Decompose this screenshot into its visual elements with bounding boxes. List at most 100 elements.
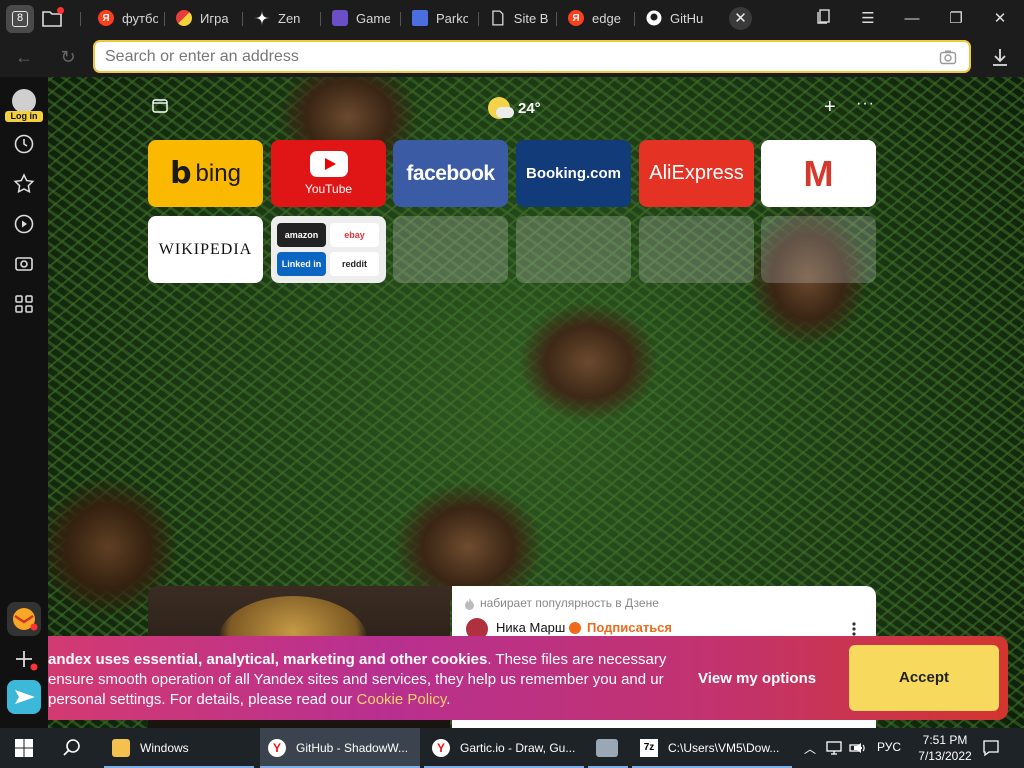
close-icon: ✕ (993, 10, 1007, 27)
network-app-icon (596, 739, 618, 757)
reload-button[interactable]: ↻ (56, 45, 80, 69)
tab-game-rus[interactable]: Игра (176, 7, 232, 29)
plus-icon: + (824, 96, 836, 118)
tab-separator (556, 12, 557, 26)
kebab-menu-icon[interactable] (852, 622, 856, 636)
input-language[interactable]: РУС (877, 740, 901, 754)
tab-github[interactable]: GitHu (646, 7, 704, 29)
taskbar-item-explorer[interactable]: Windows (104, 728, 254, 768)
address-input[interactable] (105, 47, 905, 67)
tab-edge[interactable]: Я edge (568, 7, 624, 29)
apps-grid-icon[interactable] (12, 292, 36, 316)
folder-icon (112, 739, 130, 757)
mail-app-button[interactable] (7, 602, 41, 636)
tile-aliexpress[interactable]: AliExpress (639, 140, 754, 207)
screenshot-icon[interactable] (12, 252, 36, 276)
tab-separator (634, 12, 635, 26)
tile-label: Booking.com (525, 165, 621, 182)
taskbar-item-gartic[interactable]: Y Gartic.io - Draw, Gu... (424, 728, 584, 768)
tab-game[interactable]: Game (332, 7, 390, 29)
clock[interactable]: 7:51 PM 7/13/2022 (915, 732, 975, 764)
linkedin-logo: Linked in (277, 252, 326, 276)
bing-logo-icon: b (170, 156, 192, 191)
add-app-button[interactable] (7, 642, 41, 676)
github-icon (646, 10, 662, 26)
taskbar: Windows Y GitHub - ShadowW... Y Gartic.i… (0, 728, 1024, 768)
verified-icon (569, 622, 581, 634)
tile-youtube[interactable]: YouTube (271, 140, 386, 207)
tile-empty[interactable] (761, 216, 876, 283)
tab-football[interactable]: Я футбо (98, 7, 158, 29)
back-button[interactable]: ← (12, 45, 36, 69)
game-icon (332, 10, 348, 26)
taskbar-item-7zip[interactable]: 7z C:\Users\VM5\Dow... (632, 728, 792, 768)
tile-folder-shopping[interactable]: amazon ebay Linked in reddit (271, 216, 386, 283)
tile-gmail[interactable]: M (761, 140, 876, 207)
tab-parkour[interactable]: Parko (412, 7, 468, 29)
weather-widget[interactable]: 24° (488, 97, 541, 119)
tab-label: Zen (278, 10, 301, 26)
close-tab-button[interactable]: ✕ (729, 7, 752, 30)
volume-icon[interactable] (852, 740, 868, 756)
minimize-icon: — (904, 10, 920, 27)
taskbar-item-github[interactable]: Y GitHub - ShadowW... (260, 728, 420, 768)
tile-booking[interactable]: Booking.com (516, 140, 631, 207)
camera-search-icon[interactable] (939, 48, 957, 66)
tile-empty[interactable] (393, 216, 508, 283)
taskbar-item-network[interactable] (588, 728, 628, 768)
zen-icon (254, 10, 270, 26)
tile-wikipedia[interactable]: WIKIPEDIA (148, 216, 263, 283)
tile-facebook[interactable]: facebook (393, 140, 508, 207)
collections-button[interactable] (813, 8, 835, 30)
cookie-policy-link[interactable]: Cookie Policy (357, 691, 447, 708)
restore-button[interactable]: ❐ (945, 8, 967, 30)
tab-separator (478, 12, 479, 26)
more-icon: ··· (856, 95, 875, 112)
history-icon[interactable] (12, 132, 36, 156)
reload-icon: ↻ (60, 47, 76, 67)
gmail-logo-icon: M (803, 152, 834, 194)
login-label[interactable]: Log in (5, 111, 43, 122)
search-icon[interactable] (62, 738, 82, 758)
tab-label: edge (592, 10, 621, 26)
accept-cookies-button[interactable]: Accept (849, 645, 999, 711)
tile-empty[interactable] (516, 216, 631, 283)
tab-site[interactable]: Site B (490, 7, 548, 29)
messenger-app-button[interactable] (7, 680, 41, 714)
tab-count: 8 (12, 11, 28, 27)
bookmark-icon (817, 9, 830, 24)
more-options-button[interactable]: ··· (856, 95, 875, 113)
subscribe-link[interactable]: Подписаться (587, 620, 672, 635)
ebay-logo: ebay (330, 223, 379, 247)
cookie-message-end: . (446, 691, 451, 708)
close-window-button[interactable]: ✕ (989, 8, 1011, 30)
tab-label: GitHu (670, 10, 704, 26)
play-icon[interactable] (12, 212, 36, 236)
omnibox[interactable] (93, 40, 971, 73)
tab-count-button[interactable]: 8 (6, 5, 34, 33)
notification-icon[interactable] (982, 739, 1000, 757)
bookmarks-panel-icon[interactable] (152, 99, 168, 113)
zen-author[interactable]: Ника Марш (496, 620, 565, 635)
tile-label: facebook (406, 161, 495, 185)
tile-bing[interactable]: b bing (148, 140, 263, 207)
windows-start-icon[interactable] (14, 738, 34, 758)
download-icon[interactable] (988, 45, 1012, 69)
star-icon[interactable] (12, 172, 36, 196)
tab-separator (320, 12, 321, 26)
tab-separator (400, 12, 401, 26)
menu-button[interactable]: ☰ (857, 8, 879, 30)
taskbar-label: Gartic.io - Draw, Gu... (460, 741, 576, 755)
yandex-browser-icon: Y (268, 739, 286, 757)
tile-empty[interactable] (639, 216, 754, 283)
new-tab-group-button[interactable] (40, 6, 66, 32)
user-avatar-icon[interactable] (12, 89, 36, 113)
tab-zen[interactable]: Zen (254, 7, 304, 29)
chevron-up-icon[interactable]: ︿ (804, 740, 816, 757)
clock-date: 7/13/2022 (918, 749, 972, 763)
add-tile-button[interactable]: + (824, 97, 836, 117)
network-icon[interactable] (826, 740, 842, 756)
clock-time: 7:51 PM (922, 733, 968, 747)
minimize-button[interactable]: — (901, 8, 923, 30)
view-options-button[interactable]: View my options (698, 670, 816, 687)
